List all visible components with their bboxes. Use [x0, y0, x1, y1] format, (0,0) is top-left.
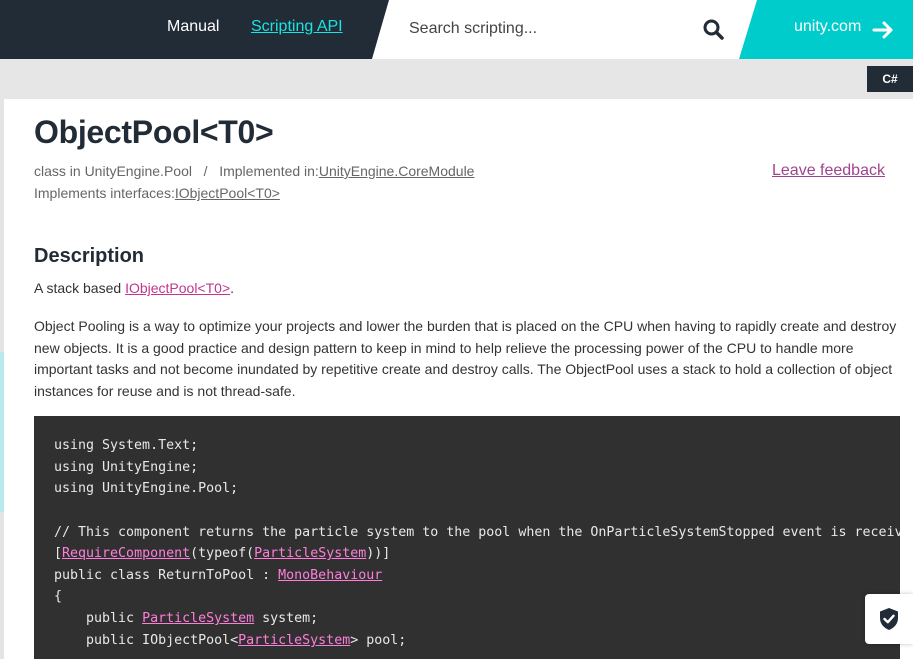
- privacy-shield-button[interactable]: [865, 594, 913, 644]
- summary-interface-link[interactable]: IObjectPool<T0>: [125, 280, 230, 296]
- code-line: using UnityEngine;: [54, 460, 199, 475]
- search-icon[interactable]: [700, 16, 728, 44]
- interfaces-label: Implements interfaces:: [34, 185, 175, 201]
- description-body: Object Pooling is a way to optimize your…: [34, 318, 897, 399]
- code-line: using System.Text;: [54, 438, 199, 453]
- code-line: public ParticleSystem system;: [54, 611, 318, 626]
- code-token: > pool;: [350, 633, 407, 648]
- class-meta-line: class in UnityEngine.Pool / Implemented …: [34, 163, 474, 179]
- nav-scripting-api-link[interactable]: Scripting API: [251, 18, 343, 36]
- summary-prefix: A stack based: [34, 280, 126, 296]
- code-example[interactable]: using System.Text; using UnityEngine; us…: [34, 416, 900, 659]
- code-token: (typeof(: [190, 546, 255, 561]
- code-token: [: [54, 546, 63, 561]
- unity-com-link[interactable]: unity.com: [794, 18, 861, 36]
- class-namespace: class in UnityEngine.Pool: [34, 163, 192, 179]
- page-title: ObjectPool<T0>: [34, 114, 274, 150]
- interface-link[interactable]: IObjectPool<T0>: [175, 185, 280, 201]
- arrow-right-icon[interactable]: [872, 19, 894, 41]
- code-line: [RequireComponent(typeof(ParticleSystem)…: [54, 546, 390, 561]
- code-token: system;: [254, 611, 319, 626]
- search-input[interactable]: [409, 17, 689, 41]
- sub-toolbar: [0, 59, 913, 99]
- code-link-requirecomponent[interactable]: RequireComponent: [62, 546, 190, 561]
- interfaces-meta-line: Implements interfaces:IObjectPool<T0>: [34, 185, 280, 201]
- code-token: public IObjectPool<: [54, 633, 239, 648]
- code-token: public: [54, 611, 143, 626]
- code-line: using UnityEngine.Pool;: [54, 481, 239, 496]
- code-line: {: [54, 589, 63, 604]
- description-summary: A stack based IObjectPool<T0>.: [34, 280, 234, 296]
- summary-suffix: .: [230, 280, 235, 296]
- sidebar-scroll-indicator[interactable]: [0, 352, 4, 512]
- code-comment-line: // This component returns the particle s…: [54, 525, 900, 540]
- code-link-particlesystem[interactable]: ParticleSystem: [142, 611, 254, 626]
- code-line: public IObjectPool<ParticleSystem> pool;: [54, 633, 406, 648]
- code-link-particlesystem[interactable]: ParticleSystem: [238, 633, 350, 648]
- code-link-particlesystem[interactable]: ParticleSystem: [254, 546, 366, 561]
- module-link[interactable]: UnityEngine.CoreModule: [319, 163, 475, 179]
- meta-separator: /: [203, 163, 208, 179]
- leave-feedback-link[interactable]: Leave feedback: [772, 162, 885, 180]
- shield-check-icon: [878, 607, 900, 636]
- description-heading: Description: [34, 245, 145, 267]
- language-toggle-button[interactable]: C#: [867, 66, 913, 92]
- nav-manual-link[interactable]: Manual: [167, 18, 219, 36]
- code-line: public class ReturnToPool : MonoBehaviou…: [54, 568, 382, 583]
- code-link-monobehaviour[interactable]: MonoBehaviour: [278, 568, 382, 583]
- implemented-in-label: Implemented in:: [219, 163, 319, 179]
- code-token: ))]: [366, 546, 391, 561]
- code-token: public class ReturnToPool :: [54, 568, 279, 583]
